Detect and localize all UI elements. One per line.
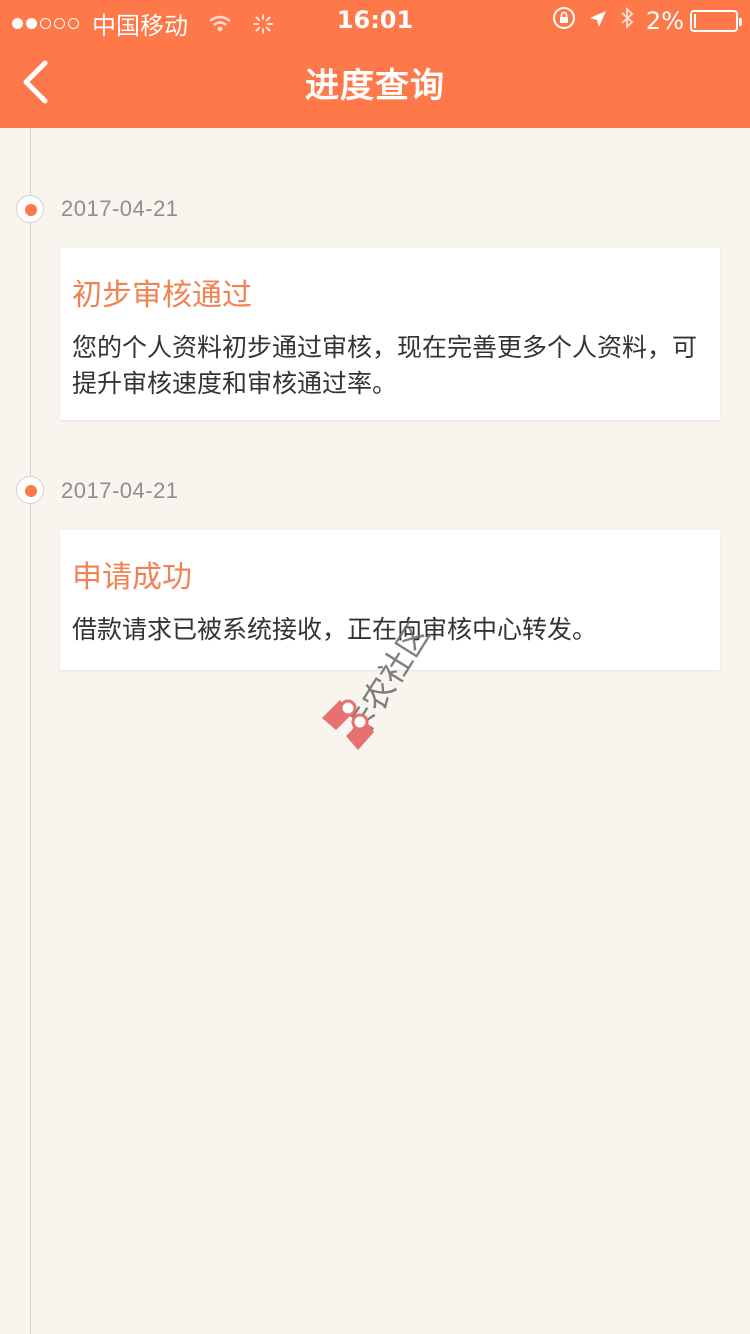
battery-icon xyxy=(690,10,742,32)
timeline-dot xyxy=(16,476,44,504)
location-arrow-icon xyxy=(588,7,608,35)
timeline-date: 2017-04-21 xyxy=(61,196,179,221)
status-bar: 中国移动 16:01 2% xyxy=(0,0,750,40)
battery-percent: 2% xyxy=(645,7,684,35)
status-right: 2% xyxy=(540,6,742,36)
carrier-name: 中国移动 xyxy=(92,12,188,40)
orientation-lock-icon xyxy=(552,6,576,36)
loading-spinner-icon xyxy=(252,13,274,35)
timeline-card: 初步审核通过 您的个人资料初步通过审核，现在完善更多个人资料，可提升审核速度和审… xyxy=(60,248,720,420)
page-title: 进度查询 xyxy=(305,66,445,106)
wifi-icon xyxy=(208,15,232,33)
timeline-line xyxy=(30,128,31,1334)
header-bar: 中国移动 16:01 2% 进度查询 xyxy=(0,0,750,128)
timeline-date: 2017-04-21 xyxy=(61,478,179,503)
timeline-card-title: 初步审核通过 xyxy=(72,278,252,313)
timeline-card-body: 您的个人资料初步通过审核，现在完善更多个人资料，可提升审核速度和审核通过率。 xyxy=(72,333,698,398)
timeline-card-title: 申请成功 xyxy=(72,560,192,595)
timeline-card-body: 借款请求已被系统接收，正在向审核中心转发。 xyxy=(72,615,598,644)
timeline-card: 申请成功 借款请求已被系统接收，正在向审核中心转发。 xyxy=(60,530,720,670)
status-left: 中国移动 xyxy=(12,6,288,41)
signal-strength-icon xyxy=(12,18,82,29)
timeline-dot xyxy=(16,195,44,223)
bluetooth-icon xyxy=(620,6,634,36)
watermark-bow-icon xyxy=(322,699,374,750)
battery-fill xyxy=(694,14,696,28)
